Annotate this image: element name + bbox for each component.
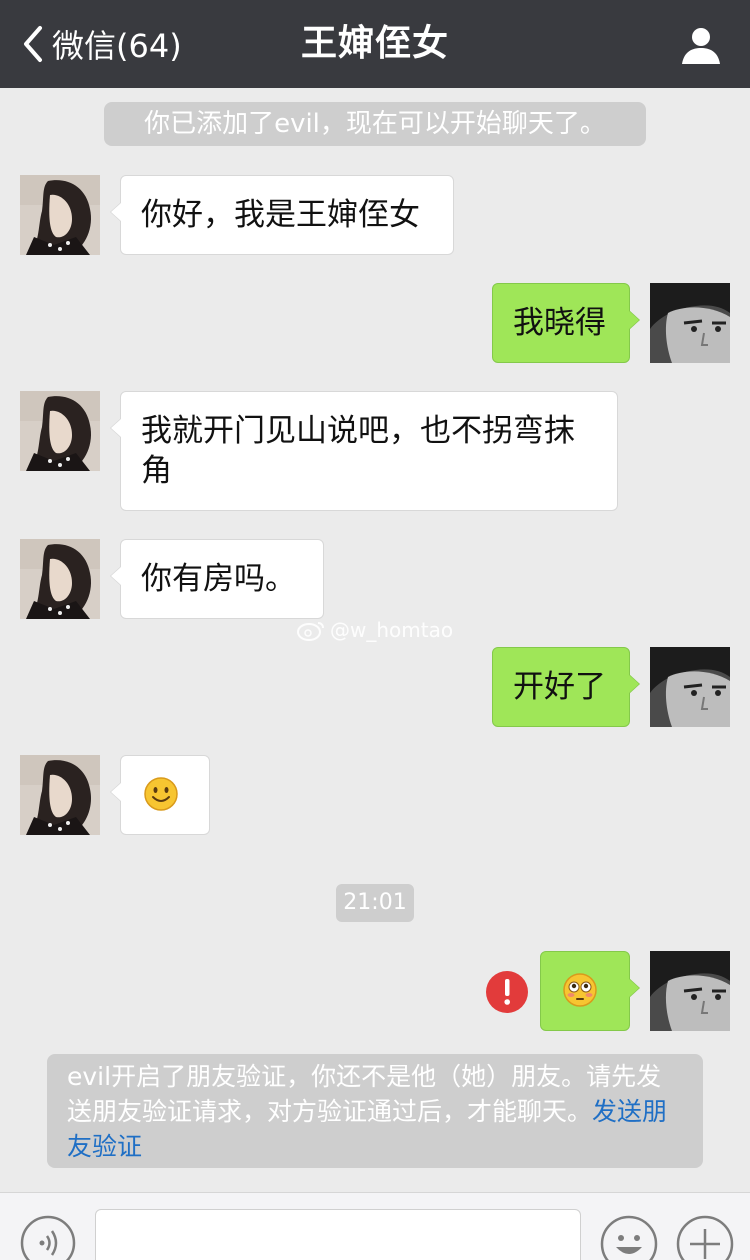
message-bubble-incoming[interactable]: 我就开门见山说吧，也不拐弯抹角 — [110, 391, 618, 511]
my-avatar[interactable] — [650, 283, 730, 363]
my-avatar[interactable] — [650, 647, 730, 727]
system-notice: 你已添加了evil，现在可以开始聊天了。 — [104, 102, 646, 146]
error-icon[interactable] — [485, 970, 529, 1014]
message-text: 你好，我是王婶侄女 — [141, 197, 420, 233]
weibo-watermark: @w_homtao — [296, 617, 453, 643]
my-avatar[interactable] — [650, 951, 730, 1031]
timestamp: 21:01 — [336, 884, 414, 922]
message-text: 你有房吗。 — [141, 561, 296, 597]
emoji-icon[interactable] — [600, 1215, 658, 1260]
voice-icon[interactable] — [20, 1215, 76, 1260]
message-bubble-outgoing[interactable]: 我晓得 — [492, 283, 640, 363]
verification-notice-text: evil开启了朋友验证，你还不是他（她）朋友。请先发送朋友验证请求，对方验证通过… — [67, 1062, 662, 1126]
contact-avatar[interactable] — [20, 391, 100, 471]
message-bubble-incoming[interactable]: 你好，我是王婶侄女 — [110, 175, 454, 255]
contact-avatar[interactable] — [20, 539, 100, 619]
smile-emoji — [144, 777, 178, 811]
flushed-emoji — [563, 973, 597, 1007]
message-text: 开好了 — [513, 669, 606, 705]
contact-avatar[interactable] — [20, 175, 100, 255]
message-text: 我就开门见山说吧，也不拐弯抹角 — [141, 413, 575, 489]
top-bar: 微信(64) 王婶侄女 — [0, 0, 750, 88]
message-bubble-outgoing[interactable] — [540, 951, 640, 1031]
message-bubble-incoming[interactable] — [110, 755, 210, 835]
message-bubble-incoming[interactable]: 你有房吗。 — [110, 539, 324, 619]
message-bubble-outgoing[interactable]: 开好了 — [492, 647, 640, 727]
friend-verification-notice: evil开启了朋友验证，你还不是他（她）朋友。请先发送朋友验证请求，对方验证通过… — [47, 1054, 703, 1168]
person-icon[interactable] — [680, 24, 722, 66]
input-bar — [0, 1192, 750, 1260]
message-input[interactable] — [95, 1209, 581, 1260]
message-text: 我晓得 — [513, 305, 606, 341]
contact-avatar[interactable] — [20, 755, 100, 835]
chat-title: 王婶侄女 — [300, 23, 449, 64]
watermark-text: @w_homtao — [330, 618, 454, 642]
plus-icon[interactable] — [676, 1215, 734, 1260]
weibo-icon — [297, 622, 324, 641]
